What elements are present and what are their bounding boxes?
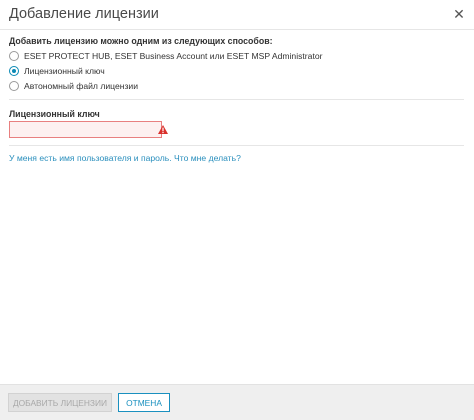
dialog-footer: ДОБАВИТЬ ЛИЦЕНЗИИ ОТМЕНА — [0, 384, 474, 420]
dialog-title: Добавление лицензии — [9, 6, 159, 22]
close-icon[interactable]: ✕ — [452, 7, 466, 21]
methods-label: Добавить лицензию можно одним из следующ… — [9, 36, 273, 46]
radio-option-offline-file[interactable]: Автономный файл лицензии — [9, 80, 138, 92]
radio-label: Автономный файл лицензии — [24, 81, 139, 91]
add-license-dialog: Добавление лицензии ✕ Добавить лицензию … — [0, 0, 474, 420]
radio-button[interactable] — [9, 66, 19, 76]
cancel-button[interactable]: ОТМЕНА — [118, 393, 170, 412]
radio-label: ESET PROTECT HUB, ESET Business Account … — [24, 51, 323, 61]
section-divider — [9, 145, 464, 146]
header-divider — [0, 29, 474, 30]
radio-label: Лицензионный ключ — [24, 66, 105, 76]
radio-option-eset-protect-hub[interactable]: ESET PROTECT HUB, ESET Business Account … — [9, 50, 322, 62]
warning-icon — [158, 125, 168, 134]
license-key-input[interactable] — [9, 121, 162, 138]
radio-button[interactable] — [9, 81, 19, 91]
help-link[interactable]: У меня есть имя пользователя и пароль. Ч… — [9, 153, 241, 163]
license-key-label: Лицензионный ключ — [9, 109, 100, 119]
radio-option-license-key[interactable]: Лицензионный ключ — [9, 65, 105, 77]
radio-button[interactable] — [9, 51, 19, 61]
section-divider — [9, 99, 464, 100]
add-license-button[interactable]: ДОБАВИТЬ ЛИЦЕНЗИИ — [8, 393, 112, 412]
